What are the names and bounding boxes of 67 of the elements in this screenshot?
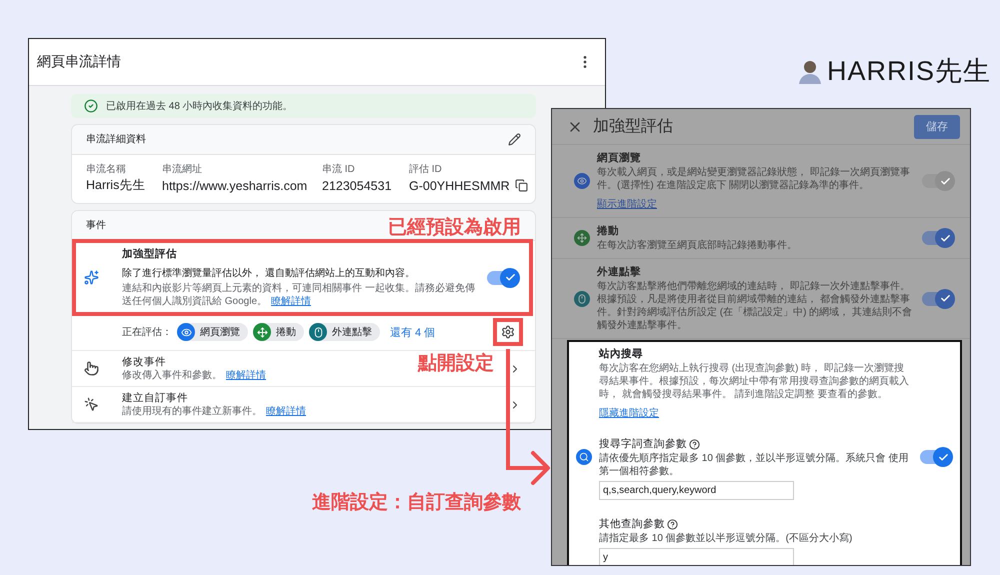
measuring-label: 正在評估： bbox=[122, 326, 172, 338]
parameter-label: 搜尋字詞查詢參數 bbox=[599, 437, 687, 451]
field-value: 2123054531 bbox=[322, 178, 392, 192]
click-icon bbox=[84, 397, 99, 412]
setting-description: 每次訪客在您網站上執行搜尋 (出現查詢參數) 時， 即記錄一次瀏覽搜尋結果事件。根據預設，每次網址中帶有常用搜尋查詢參數的網頁載入時， 就會觸發搜尋結果事件。 請到進階設定調整 要查看的參數。 bbox=[599, 362, 910, 401]
logo-text: HARRIS先生 bbox=[827, 55, 992, 88]
check-circle-icon bbox=[84, 99, 98, 113]
copy-icon[interactable] bbox=[514, 179, 528, 192]
setting-description: 在每次訪客瀏覽至網頁底部時記錄捲動事件。 bbox=[597, 239, 797, 252]
card-title: 事件 bbox=[86, 219, 106, 232]
parameter-hint: 請依優先順序指定最多 10 個參數，並以半形逗號分隔。系統只會 使用第一個相符參數。 bbox=[599, 452, 910, 478]
parameter-hint: 請指定最多 10 個參數並以半形逗號分隔。(不區分大小寫) bbox=[599, 532, 852, 545]
item-description: 請使用現有的事件建立新事件。 瞭解詳情 bbox=[122, 405, 306, 418]
banner-text: 已啟用在過去 48 小時內收集資料的功能。 bbox=[106, 100, 293, 112]
annotation-text: 已經預設為啟用 bbox=[388, 216, 521, 240]
toggle-switch[interactable] bbox=[922, 231, 952, 245]
edit-icon[interactable] bbox=[508, 133, 521, 146]
field-value: G-00YHHESMMR bbox=[409, 178, 510, 192]
setting-note: 連結和內嵌影片等網頁上元素的資料，可連同相關事件 一起收集。請務必避免傳送任何個人識別資訊給 Google。 瞭解詳情 bbox=[122, 282, 475, 308]
help-icon[interactable] bbox=[667, 518, 678, 530]
field-label: 串流名稱 bbox=[86, 163, 127, 176]
window-title: 網頁串流詳情 bbox=[37, 53, 121, 71]
setting-description: 每次載入網頁，或是網站變更瀏覽器記錄狀態， 即記錄一次網頁瀏覽事件。(選擇性) 在進階設定底下 關閉以瀏覽器記錄為準的事件。 bbox=[597, 166, 911, 192]
item-title: 建立自訂事件 bbox=[122, 391, 188, 405]
help-icon[interactable] bbox=[689, 438, 700, 450]
parameter-label: 其他查詢參數 bbox=[599, 517, 665, 531]
more-events-link[interactable]: 還有 4 個 bbox=[390, 324, 436, 340]
check-icon bbox=[940, 176, 950, 186]
field-value: https://www.yesharris.com bbox=[162, 178, 308, 192]
learn-more-link[interactable]: 瞭解詳情 bbox=[271, 296, 312, 307]
field-label: 評估 ID bbox=[409, 163, 443, 176]
advanced-settings-link[interactable]: 隱藏進階設定 bbox=[599, 408, 659, 419]
sparkle-icon bbox=[84, 270, 99, 285]
save-button[interactable]: 儲存 bbox=[914, 114, 960, 138]
learn-more-link[interactable]: 瞭解詳情 bbox=[226, 370, 266, 381]
settings-icon[interactable] bbox=[501, 325, 515, 339]
card-title: 串流詳細資料 bbox=[86, 133, 146, 146]
event-chip: 外連點擊 bbox=[309, 323, 380, 341]
toggle-switch[interactable] bbox=[920, 450, 950, 464]
setting-title: 網頁瀏覽 bbox=[597, 151, 641, 165]
setting-title: 加強型評估 bbox=[122, 247, 177, 261]
field-label: 串流 ID bbox=[322, 163, 356, 176]
setting-title: 站內搜尋 bbox=[599, 347, 643, 361]
item-description: 修改傳入事件和參數。 瞭解詳情 bbox=[122, 369, 266, 382]
field-label: 串流網址 bbox=[162, 163, 203, 176]
parameter-field[interactable]: y bbox=[599, 548, 794, 565]
toggle-switch[interactable] bbox=[922, 292, 952, 306]
check-icon bbox=[504, 272, 516, 283]
event-chip: 網頁瀏覽 bbox=[177, 323, 248, 341]
check-icon bbox=[940, 232, 950, 244]
event-chip: 捲動 bbox=[253, 323, 304, 341]
item-title: 修改事件 bbox=[122, 355, 166, 369]
avatar-icon bbox=[797, 58, 823, 84]
setting-description: 每次訪客點擊將他們帶離您網域的連結時， 即記錄一次外連點擊事件。根據預設，凡是將使用者從目前網域帶離的連結， 都會觸發外連點擊事件。針對跨網域評估所設定 (在「標記設定」中) 的網域， 其連結則不會觸發外連點擊事件。 bbox=[597, 280, 913, 332]
setting-description: 除了進行標準瀏覽量評估以外， 還自動評估網站上的互動和內容。 bbox=[122, 267, 415, 280]
hand-pointer-icon bbox=[84, 361, 99, 376]
field-value: Harris先生 bbox=[86, 177, 146, 194]
setting-title: 捲動 bbox=[597, 224, 619, 238]
check-icon bbox=[938, 452, 948, 462]
learn-more-link[interactable]: 瞭解詳情 bbox=[266, 406, 306, 417]
parameter-field[interactable]: q,s,search,query,keyword bbox=[599, 481, 794, 500]
annotation-text: 點開設定 bbox=[418, 352, 494, 376]
check-icon bbox=[940, 293, 950, 304]
annotation-text: 進階設定：自訂查詢參數 bbox=[312, 490, 521, 515]
setting-title: 外連點擊 bbox=[597, 265, 641, 279]
highlight-frame bbox=[493, 318, 523, 346]
panel-title: 加強型評估 bbox=[593, 116, 673, 137]
